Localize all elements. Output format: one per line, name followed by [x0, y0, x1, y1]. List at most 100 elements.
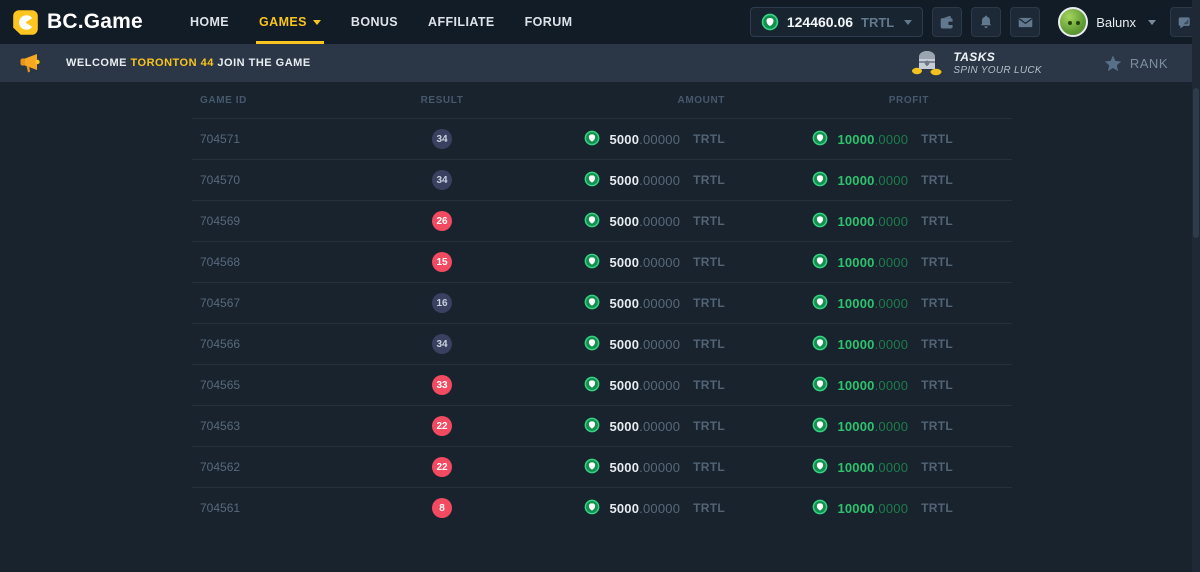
trtl-coin-icon	[812, 253, 828, 272]
profit-value: 10000.0000	[837, 337, 908, 352]
table-row[interactable]: 704568 15 5000.00000 TRTL	[192, 241, 1012, 282]
result-cell: 34	[367, 170, 517, 190]
game-id: 704563	[200, 419, 240, 433]
trtl-coin-icon	[584, 417, 600, 436]
trtl-coin-icon	[812, 171, 828, 190]
game-id-cell: 704567	[192, 296, 367, 310]
nav-item-games[interactable]: GAMES	[244, 0, 336, 44]
tasks-widget[interactable]: TASKS SPIN YOUR LUCK	[909, 49, 1041, 77]
amount-currency: TRTL	[693, 132, 725, 146]
trtl-coin-icon	[812, 212, 828, 231]
result-cell: 33	[367, 375, 517, 395]
banner-right: TASKS SPIN YOUR LUCK RANK	[909, 49, 1182, 77]
table-row[interactable]: 704567 16 5000.00000 TRTL	[192, 282, 1012, 323]
amount-value: 5000.00000	[609, 255, 680, 270]
trtl-coin-icon	[812, 458, 828, 477]
nav-item-forum[interactable]: FORUM	[510, 0, 588, 44]
amount-value: 5000.00000	[609, 173, 680, 188]
profit-cell: 10000.0000 TRTL	[732, 171, 1012, 190]
result-badge: 8	[432, 498, 452, 518]
nav-item-home[interactable]: HOME	[175, 0, 244, 44]
treasure-chest-icon	[909, 49, 945, 77]
result-cell: 15	[367, 252, 517, 272]
scrollbar[interactable]	[1192, 0, 1200, 572]
amount-currency: TRTL	[693, 255, 725, 269]
profit-currency: TRTL	[921, 296, 953, 310]
scrollbar-thumb[interactable]	[1193, 88, 1199, 238]
messages-button[interactable]	[1010, 7, 1040, 37]
result-badge: 16	[432, 293, 452, 313]
amount-currency: TRTL	[693, 337, 725, 351]
table-row[interactable]: 704561 8 5000.00000 TRTL	[192, 487, 1012, 528]
user-name: Balunx	[1096, 15, 1136, 30]
profit-currency: TRTL	[921, 501, 953, 515]
user-menu[interactable]: Balunx	[1058, 7, 1156, 37]
table-row[interactable]: 704569 26 5000.00000 TRTL	[192, 200, 1012, 241]
chevron-down-icon	[1148, 20, 1156, 25]
game-id-cell: 704569	[192, 214, 367, 228]
result-cell: 22	[367, 416, 517, 436]
brand-name: BC.Game	[47, 10, 143, 34]
rank-label: RANK	[1130, 56, 1168, 71]
profit-cell: 10000.0000 TRTL	[732, 499, 1012, 518]
table-row[interactable]: 704565 33 5000.00000 TRTL	[192, 364, 1012, 405]
result-badge: 22	[432, 457, 452, 477]
table-header: GAME ID RESULT AMOUNT PROFIT	[192, 82, 1012, 118]
nav-item-bonus[interactable]: BONUS	[336, 0, 413, 44]
chevron-down-icon	[313, 20, 321, 25]
navbar-right: 124460.06 TRTL	[750, 7, 1200, 37]
profit-cell: 10000.0000 TRTL	[732, 253, 1012, 272]
profit-currency: TRTL	[921, 460, 953, 474]
game-id: 704566	[200, 337, 240, 351]
profit-value: 10000.0000	[837, 296, 908, 311]
header-result: RESULT	[367, 95, 517, 106]
nav-item-label: BONUS	[351, 15, 398, 29]
game-id-cell: 704562	[192, 460, 367, 474]
profit-cell: 10000.0000 TRTL	[732, 294, 1012, 313]
trtl-coin-icon	[812, 376, 828, 395]
brand-logo[interactable]: BC.Game	[12, 9, 143, 36]
game-id-cell: 704561	[192, 501, 367, 515]
header-profit: PROFIT	[732, 95, 1012, 106]
amount-cell: 5000.00000 TRTL	[517, 212, 732, 231]
result-badge: 15	[432, 252, 452, 272]
result-cell: 22	[367, 457, 517, 477]
profit-cell: 10000.0000 TRTL	[732, 335, 1012, 354]
game-id-cell: 704570	[192, 173, 367, 187]
nav-item-label: AFFILIATE	[428, 15, 495, 29]
balance-selector[interactable]: 124460.06 TRTL	[750, 7, 923, 37]
amount-currency: TRTL	[693, 378, 725, 392]
trtl-coin-icon	[584, 294, 600, 313]
chevron-down-icon	[904, 20, 912, 25]
result-badge: 22	[432, 416, 452, 436]
table-row[interactable]: 704562 22 5000.00000 TRTL	[192, 446, 1012, 487]
welcome-prefix: WELCOME	[66, 57, 131, 69]
amount-currency: TRTL	[693, 214, 725, 228]
profit-cell: 10000.0000 TRTL	[732, 130, 1012, 149]
wallet-button[interactable]	[932, 7, 962, 37]
star-icon	[1104, 55, 1122, 72]
profit-currency: TRTL	[921, 132, 953, 146]
nav-item-label: FORUM	[525, 15, 573, 29]
notifications-button[interactable]	[971, 7, 1001, 37]
amount-value: 5000.00000	[609, 460, 680, 475]
nav-item-affiliate[interactable]: AFFILIATE	[413, 0, 510, 44]
profit-cell: 10000.0000 TRTL	[732, 376, 1012, 395]
table-row[interactable]: 704566 34 5000.00000 TRTL	[192, 323, 1012, 364]
amount-cell: 5000.00000 TRTL	[517, 335, 732, 354]
table-row[interactable]: 704563 22 5000.00000 TRTL	[192, 405, 1012, 446]
profit-value: 10000.0000	[837, 378, 908, 393]
rank-widget[interactable]: RANK	[1104, 55, 1168, 72]
table-row[interactable]: 704570 34 5000.00000 TRTL	[192, 159, 1012, 200]
result-cell: 16	[367, 293, 517, 313]
bets-table: GAME ID RESULT AMOUNT PROFIT 704571 34 5…	[192, 82, 1012, 528]
profit-value: 10000.0000	[837, 460, 908, 475]
trtl-coin-icon	[812, 130, 828, 149]
balance-value: 124460.06	[787, 14, 853, 30]
trtl-coin-icon	[584, 212, 600, 231]
amount-cell: 5000.00000 TRTL	[517, 417, 732, 436]
game-id: 704568	[200, 255, 240, 269]
amount-value: 5000.00000	[609, 132, 680, 147]
wallet-icon	[939, 14, 956, 31]
table-row[interactable]: 704571 34 5000.00000 TRTL	[192, 118, 1012, 159]
